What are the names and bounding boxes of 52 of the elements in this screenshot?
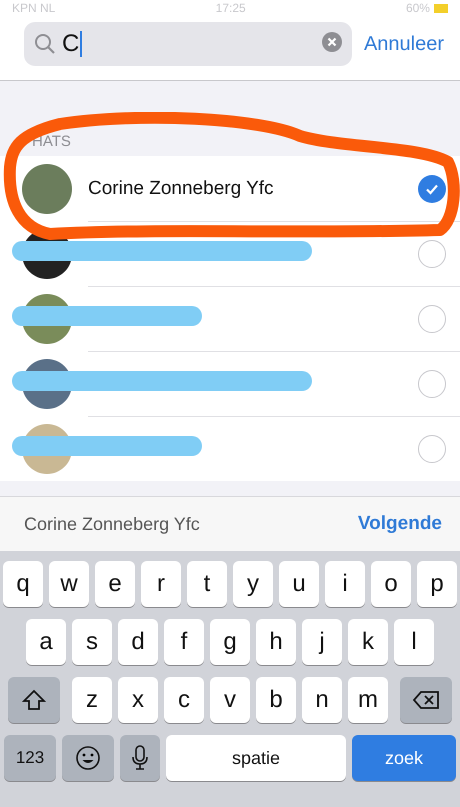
checkmark-icon[interactable] <box>418 174 446 202</box>
key[interactable]: k <box>348 619 388 665</box>
key[interactable]: h <box>256 619 296 665</box>
clear-icon[interactable] <box>322 32 342 52</box>
search-icon <box>34 33 56 55</box>
key[interactable]: u <box>279 561 319 607</box>
backspace-key[interactable] <box>400 677 452 723</box>
key[interactable]: d <box>118 619 158 665</box>
next-button[interactable]: Volgende <box>358 513 442 535</box>
key[interactable]: i <box>325 561 365 607</box>
radio-circle[interactable] <box>418 370 446 398</box>
backspace-icon <box>412 690 440 710</box>
selected-names: Corine Zonneberg Yfc <box>24 514 200 534</box>
key[interactable]: j <box>302 619 342 665</box>
microphone-key[interactable] <box>120 735 160 781</box>
key[interactable]: s <box>72 619 112 665</box>
key[interactable]: l <box>394 619 434 665</box>
key[interactable]: v <box>210 677 250 723</box>
cancel-button[interactable]: Annuleer <box>364 32 444 56</box>
key[interactable]: m <box>348 677 388 723</box>
avatar-photo-placeholder <box>22 164 72 214</box>
shift-key[interactable] <box>8 677 60 723</box>
numbers-key[interactable]: 123 <box>4 735 56 781</box>
chat-row[interactable]: Corine Zonneberg Yfc <box>0 156 460 221</box>
radio-circle[interactable] <box>418 240 446 268</box>
battery-icon <box>434 4 448 12</box>
smiley-icon <box>75 745 101 771</box>
key[interactable]: c <box>164 677 204 723</box>
radio-circle[interactable] <box>418 304 446 332</box>
key[interactable]: b <box>256 677 296 723</box>
key[interactable]: z <box>72 677 112 723</box>
key[interactable]: x <box>118 677 158 723</box>
key[interactable]: f <box>164 619 204 665</box>
key[interactable]: p <box>417 561 457 607</box>
microphone-icon <box>131 745 149 771</box>
key[interactable]: a <box>26 619 66 665</box>
radio-circle[interactable] <box>418 434 446 462</box>
key[interactable]: w <box>49 561 89 607</box>
key[interactable]: q <box>3 561 43 607</box>
emoji-key[interactable] <box>62 735 114 781</box>
key[interactable]: y <box>233 561 273 607</box>
key[interactable]: g <box>210 619 250 665</box>
search-key[interactable]: zoek <box>352 735 456 781</box>
search-field[interactable]: C <box>24 22 352 66</box>
key[interactable]: e <box>95 561 135 607</box>
space-key[interactable]: spatie <box>166 735 346 781</box>
key[interactable]: r <box>141 561 181 607</box>
key[interactable]: o <box>371 561 411 607</box>
key[interactable]: n <box>302 677 342 723</box>
contact-name: Corine Zonneberg Yfc <box>88 178 275 200</box>
key[interactable]: t <box>187 561 227 607</box>
shift-arrow-icon <box>22 689 46 711</box>
